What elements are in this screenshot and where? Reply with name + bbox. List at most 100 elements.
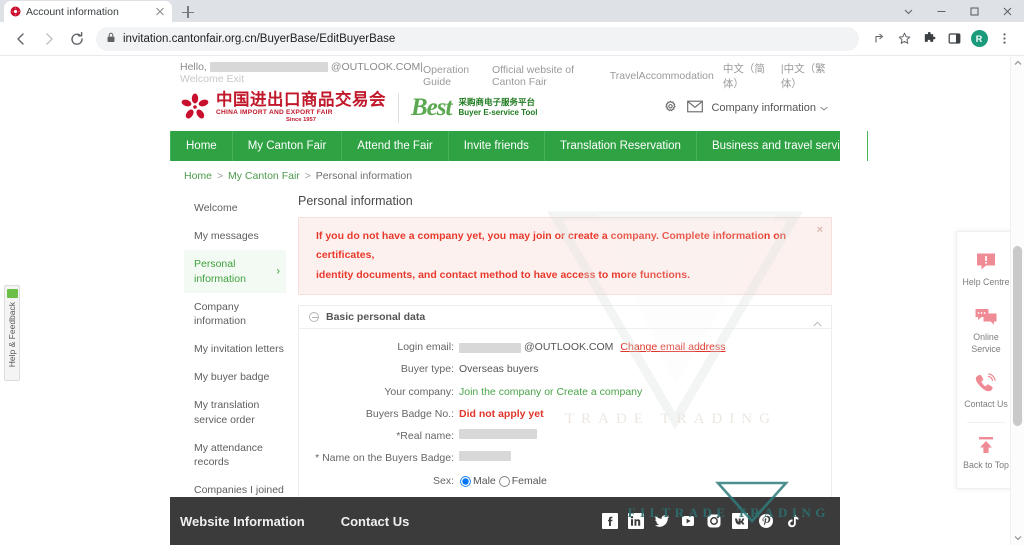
sex-radio-male[interactable]	[460, 475, 471, 487]
nav-item-business-and-travel-service[interactable]: Business and travel service	[697, 131, 868, 161]
address-bar[interactable]: invitation.cantonfair.org.cn/BuyerBase/E…	[96, 26, 859, 51]
float-item-online-service[interactable]: Online Service	[957, 297, 1015, 364]
buyer-type-value: Overseas buyers	[459, 363, 539, 376]
card-header[interactable]: Basic personal data	[299, 306, 831, 330]
nav-item-my-canton-fair[interactable]: My Canton Fair	[233, 131, 343, 161]
greeting: Hello, @OUTLOOK.COM|	[180, 61, 423, 73]
sidebar-item-personal-information[interactable]: Personal information ›	[184, 250, 286, 293]
reload-icon[interactable]	[64, 26, 90, 52]
buyers-badge-no-value: Did not apply yet	[459, 407, 544, 420]
scroll-down-icon[interactable]	[1011, 531, 1024, 545]
browser-tab[interactable]: Account information	[4, 1, 172, 22]
online-service-icon	[959, 306, 1013, 328]
window-close-icon[interactable]	[991, 0, 1024, 22]
social-links	[602, 513, 830, 529]
canton-fair-en-name: CHINA IMPORT AND EXPORT FAIR	[216, 109, 333, 117]
travel-accommodation-link[interactable]: TravelAccommodation	[610, 70, 714, 82]
sidebar-item-my-buyer-badge[interactable]: My buyer badge	[184, 363, 286, 391]
field-sex: Sex: Male Female	[299, 474, 831, 489]
youtube-icon[interactable]	[680, 513, 696, 529]
canton-fair-cn-name: 中国进出口商品交易会	[216, 89, 386, 109]
nav-item-translation-reservation[interactable]: Translation Reservation	[545, 131, 697, 161]
mail-icon[interactable]	[687, 100, 704, 115]
linkedin-icon[interactable]	[628, 513, 644, 529]
instagram-icon[interactable]	[706, 513, 722, 529]
badge-name-input[interactable]	[459, 451, 511, 462]
field-login-email: Login email: @OUTLOOK.COM Change email a…	[299, 340, 831, 355]
buyer-type-label: Buyer type:	[400, 363, 454, 376]
canton-fair-logo[interactable]: 中国进出口商品交易会 CHINA IMPORT AND EXPORT FAIR …	[180, 89, 386, 124]
sidebar-item-my-messages[interactable]: My messages	[184, 222, 286, 250]
chrome-menu-icon[interactable]	[992, 27, 1016, 51]
chevron-up-icon[interactable]	[813, 314, 822, 327]
breadcrumb-current: Personal information	[315, 170, 413, 182]
float-item-help-centre[interactable]: Help Centre	[957, 242, 1015, 297]
your-company-link[interactable]: Join the company or Create a company	[459, 385, 642, 400]
sex-value: Male Female	[459, 474, 549, 489]
nav-item-invite-friends[interactable]: Invite friends	[449, 131, 545, 161]
alert-line-1: If you do not have a company yet, you ma…	[316, 230, 787, 262]
email-domain: @OUTLOOK.COM|	[330, 61, 424, 73]
breadcrumb-home[interactable]: Home	[184, 170, 212, 182]
sex-radio-female-label[interactable]: Female	[512, 474, 547, 489]
side-panel-icon[interactable]	[942, 27, 966, 51]
buyers-badge-no-label: Buyers Badge No.:	[365, 407, 454, 420]
scrollbar-thumb[interactable]	[1013, 246, 1022, 426]
field-real-name: *Real name:	[299, 429, 831, 444]
brand-row: 中国进出口商品交易会 CHINA IMPORT AND EXPORT FAIR …	[170, 84, 840, 131]
nav-item-attend-the-fair[interactable]: Attend the Fair	[342, 131, 449, 161]
best-logo[interactable]: Best 采购商电子服务平台 Buyer E-service Tool	[411, 95, 537, 120]
new-tab-button[interactable]	[177, 2, 199, 22]
facebook-icon[interactable]	[602, 513, 618, 529]
footer-links: Website Information Contact Us	[180, 514, 409, 529]
float-item-back-to-top[interactable]: Back to Top	[957, 425, 1015, 480]
nav-item-home[interactable]: Home	[170, 131, 233, 161]
field-buyers-badge-no: Buyers Badge No.: Did not apply yet	[299, 407, 831, 422]
real-name-input[interactable]	[459, 429, 537, 440]
sidebar-item-company-information[interactable]: Company information	[184, 293, 286, 335]
chevron-right-icon: ›	[276, 265, 280, 278]
breadcrumb-my-canton-fair[interactable]: My Canton Fair	[228, 170, 300, 182]
vk-icon[interactable]	[732, 513, 748, 529]
extensions-puzzle-icon[interactable]	[917, 27, 941, 51]
twitter-icon[interactable]	[654, 513, 670, 529]
page-scrollbar[interactable]	[1010, 56, 1024, 545]
company-information-menu[interactable]: Company information	[711, 102, 828, 114]
profile-avatar[interactable]: R	[967, 27, 991, 51]
field-badge-name: * Name on the Buyers Badge:	[299, 451, 831, 466]
tiktok-icon[interactable]	[784, 513, 800, 529]
sidebar-item-welcome[interactable]: Welcome	[184, 194, 286, 222]
best-tagline-en: Buyer E-service Tool	[458, 107, 538, 117]
bookmark-star-icon[interactable]	[892, 27, 916, 51]
sex-radio-female[interactable]	[498, 475, 510, 487]
tab-search-chevron-down-icon[interactable]	[892, 0, 925, 22]
float-item-label: Back to Top	[963, 459, 1009, 470]
sidebar-item-my-invitation-letters[interactable]: My invitation letters	[184, 335, 286, 363]
sex-radio-group: Male Female	[459, 474, 549, 489]
sidebar-item-my-attendance-records[interactable]: My attendance records	[184, 434, 286, 476]
sidebar-item-label: Personal information	[194, 258, 246, 285]
help-feedback-tab[interactable]: Help & Feedback	[4, 285, 20, 381]
pinterest-icon[interactable]	[758, 513, 774, 529]
content-panel: Personal information If you do not have …	[286, 190, 832, 545]
gear-icon[interactable]	[663, 100, 678, 115]
canton-fair-wordmark: 中国进出口商品交易会 CHINA IMPORT AND EXPORT FAIR …	[216, 89, 386, 124]
footer-link-contact-us[interactable]: Contact Us	[341, 514, 410, 529]
scroll-up-icon[interactable]	[1011, 56, 1024, 70]
change-email-address-link[interactable]: Change email address	[620, 340, 725, 355]
float-item-contact-us[interactable]: Contact Us	[957, 364, 1015, 419]
sex-radio-male-label[interactable]: Male	[473, 474, 496, 489]
alert-close-icon[interactable]: ×	[817, 225, 823, 236]
best-tagline: 采购商电子服务平台 Buyer E-service Tool	[458, 97, 537, 118]
browser-toolbar: invitation.cantonfair.org.cn/BuyerBase/E…	[0, 22, 1024, 56]
footer-link-website-information[interactable]: Website Information	[180, 514, 305, 529]
sidebar-item-my-translation-service-order[interactable]: My translation service order	[184, 391, 286, 433]
minimize-icon[interactable]	[925, 0, 958, 22]
real-name-label: *Real name:	[396, 430, 454, 443]
close-icon[interactable]	[154, 6, 166, 18]
back-icon[interactable]	[8, 26, 34, 52]
badge-name-label: * Name on the Buyers Badge:	[315, 452, 454, 465]
share-icon[interactable]	[867, 27, 891, 51]
maximize-icon[interactable]	[958, 0, 991, 22]
forward-icon[interactable]	[36, 26, 62, 52]
